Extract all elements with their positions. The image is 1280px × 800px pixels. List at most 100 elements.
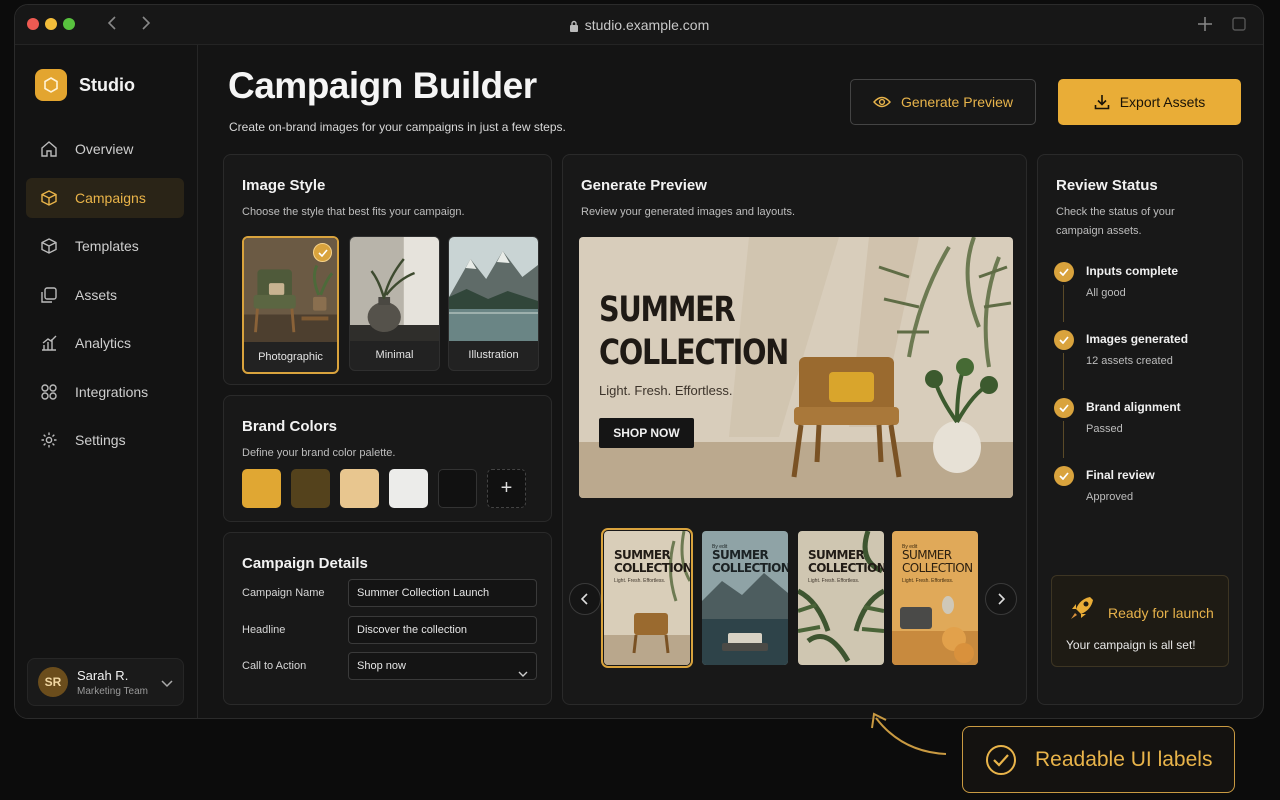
step-connector: [1063, 285, 1064, 322]
sidebar-item-label: Integrations: [75, 383, 149, 400]
address-bar[interactable]: studio.example.com: [15, 17, 1263, 33]
preview-thumbnail[interactable]: By edit SUMMER COLLECTION Light. Fresh. …: [892, 531, 978, 665]
color-swatch[interactable]: [242, 469, 281, 508]
sidebar-item-templates[interactable]: Templates: [26, 226, 184, 266]
export-assets-label: Export Assets: [1119, 94, 1206, 110]
check-circle-icon: [986, 744, 1016, 775]
user-menu[interactable]: SR Sarah R. Marketing Team: [27, 658, 184, 706]
title-bar: studio.example.com: [15, 5, 1263, 45]
sidebar-item-label: Analytics: [75, 335, 132, 351]
preview-subtitle: Review your generated images and layouts…: [581, 206, 796, 218]
sidebar-item-analytics[interactable]: Analytics: [26, 323, 184, 363]
prev-thumbnail-button[interactable]: [569, 583, 601, 615]
sidebar-item-label: Templates: [75, 238, 139, 254]
layers-icon: [40, 286, 58, 304]
style-option-photographic[interactable]: Photographic: [242, 236, 339, 374]
sidebar-item-assets[interactable]: Assets: [26, 275, 184, 315]
step-connector: [1063, 353, 1064, 390]
generate-preview-label: Generate Preview: [900, 94, 1014, 110]
brand-logo-icon: [35, 69, 67, 101]
style-option-label: Illustration: [468, 349, 519, 361]
headline-label: Headline: [242, 624, 286, 636]
chevron-left-icon: [581, 593, 588, 605]
preview-thumbnail[interactable]: SUMMER COLLECTION Light. Fresh. Effortle…: [798, 531, 884, 665]
check-icon: [1054, 398, 1074, 418]
callout-label: Readable UI labels: [1035, 747, 1213, 771]
browser-window: studio.example.com Studio Overview Campa…: [14, 4, 1264, 719]
page-subtitle: Create on-brand images for your campaign…: [229, 120, 566, 134]
sidebar-item-integrations[interactable]: Integrations: [26, 372, 184, 412]
color-swatch[interactable]: [438, 469, 477, 508]
new-tab-icon[interactable]: [1198, 14, 1212, 34]
generate-preview-button[interactable]: Generate Preview: [850, 79, 1036, 125]
sidebar-item-settings[interactable]: Settings: [26, 420, 184, 460]
brand-colors-subtitle: Define your brand color palette.: [242, 447, 396, 459]
step-title: Final review: [1086, 468, 1155, 482]
style-option-minimal[interactable]: Minimal: [349, 236, 440, 371]
chevron-down-icon: [161, 675, 173, 693]
sidebar-item-label: Assets: [75, 286, 118, 303]
cube-icon: [40, 237, 58, 255]
review-subtitle: Check the status of your campaign assets…: [1056, 206, 1175, 237]
hero-tagline: Light. Fresh. Effortless.: [599, 383, 733, 398]
readable-labels-callout: Readable UI labels: [962, 726, 1235, 793]
preview-thumbnail[interactable]: By edit SUMMER COLLECTION: [702, 531, 788, 665]
check-icon: [1054, 330, 1074, 350]
thumbnail-title: SUMMER COLLECTION: [902, 548, 973, 575]
hero-preview[interactable]: SUMMER COLLECTION Light. Fresh. Effortle…: [579, 237, 1013, 498]
campaign-details-card: Campaign Details Campaign Name Summer Co…: [223, 532, 552, 705]
image-style-title: Image Style: [242, 177, 326, 194]
call-to-action-select[interactable]: Shop now: [348, 652, 537, 680]
review-title: Review Status: [1056, 177, 1158, 194]
rocket-icon: [1068, 594, 1096, 627]
step-title: Brand alignment: [1086, 400, 1181, 414]
user-name: Sarah R.: [77, 667, 129, 683]
add-color-button[interactable]: +: [487, 469, 526, 508]
chart-icon: [40, 334, 58, 352]
sidebar: Studio Overview Campaigns Templates Asse…: [15, 45, 198, 718]
thumbnail-sub: Light. Fresh. Effortless.: [808, 578, 860, 584]
hero-title: SUMMER COLLECTION: [599, 290, 789, 373]
sidebar-item-campaigns[interactable]: Campaigns: [26, 177, 184, 218]
export-assets-button[interactable]: Export Assets: [1058, 79, 1241, 125]
home-icon: [40, 140, 58, 158]
color-swatch[interactable]: [389, 469, 428, 508]
thumbnail-title: SUMMER COLLECTION: [808, 548, 884, 575]
call-to-action-label: Call to Action: [242, 660, 307, 672]
headline-field[interactable]: Discover the collection: [348, 616, 537, 644]
integrations-icon: [40, 383, 58, 401]
color-swatch[interactable]: [340, 469, 379, 508]
brand[interactable]: Studio: [35, 69, 135, 101]
brand-colors-title: Brand Colors: [242, 418, 338, 435]
launch-title: Ready for launch: [1108, 605, 1214, 621]
generate-preview-card: Generate Preview Review your generated i…: [562, 154, 1027, 705]
thumbnail-title: SUMMER COLLECTION: [614, 548, 690, 575]
eye-icon: [873, 96, 891, 108]
thumbnail-sub: Light. Fresh. Effortless.: [614, 578, 666, 584]
campaign-name-field[interactable]: Summer Collection Launch: [348, 579, 537, 607]
next-thumbnail-button[interactable]: [985, 583, 1017, 615]
brand-colors-card: Brand Colors Define your brand color pal…: [223, 395, 552, 522]
download-icon: [1094, 95, 1110, 110]
style-option-label: Photographic: [258, 351, 323, 363]
preview-thumbnail[interactable]: SUMMER COLLECTION Light. Fresh. Effortle…: [601, 528, 693, 668]
image-style-card: Image Style Choose the style that best f…: [223, 154, 552, 385]
tabs-overview-icon[interactable]: [1232, 14, 1246, 34]
style-option-label: Minimal: [375, 349, 414, 361]
gear-icon: [40, 431, 58, 449]
hero-cta-button[interactable]: SHOP NOW: [599, 418, 694, 448]
check-icon: [1054, 262, 1074, 282]
avatar: SR: [38, 667, 68, 697]
image-style-subtitle: Choose the style that best fits your cam…: [242, 206, 465, 218]
step-sub: Passed: [1086, 423, 1123, 435]
step-title: Inputs complete: [1086, 264, 1179, 278]
launch-subtitle: Your campaign is all set!: [1066, 638, 1196, 652]
step-title: Images generated: [1086, 332, 1189, 346]
step-connector: [1063, 421, 1064, 458]
sidebar-item-label: Overview: [75, 141, 134, 157]
style-option-illustration[interactable]: Illustration: [448, 236, 539, 371]
color-swatch[interactable]: [291, 469, 330, 508]
thumbnail-title: SUMMER COLLECTION: [712, 548, 788, 575]
sidebar-item-overview[interactable]: Overview: [26, 129, 184, 169]
sidebar-item-label: Campaigns: [75, 189, 146, 206]
